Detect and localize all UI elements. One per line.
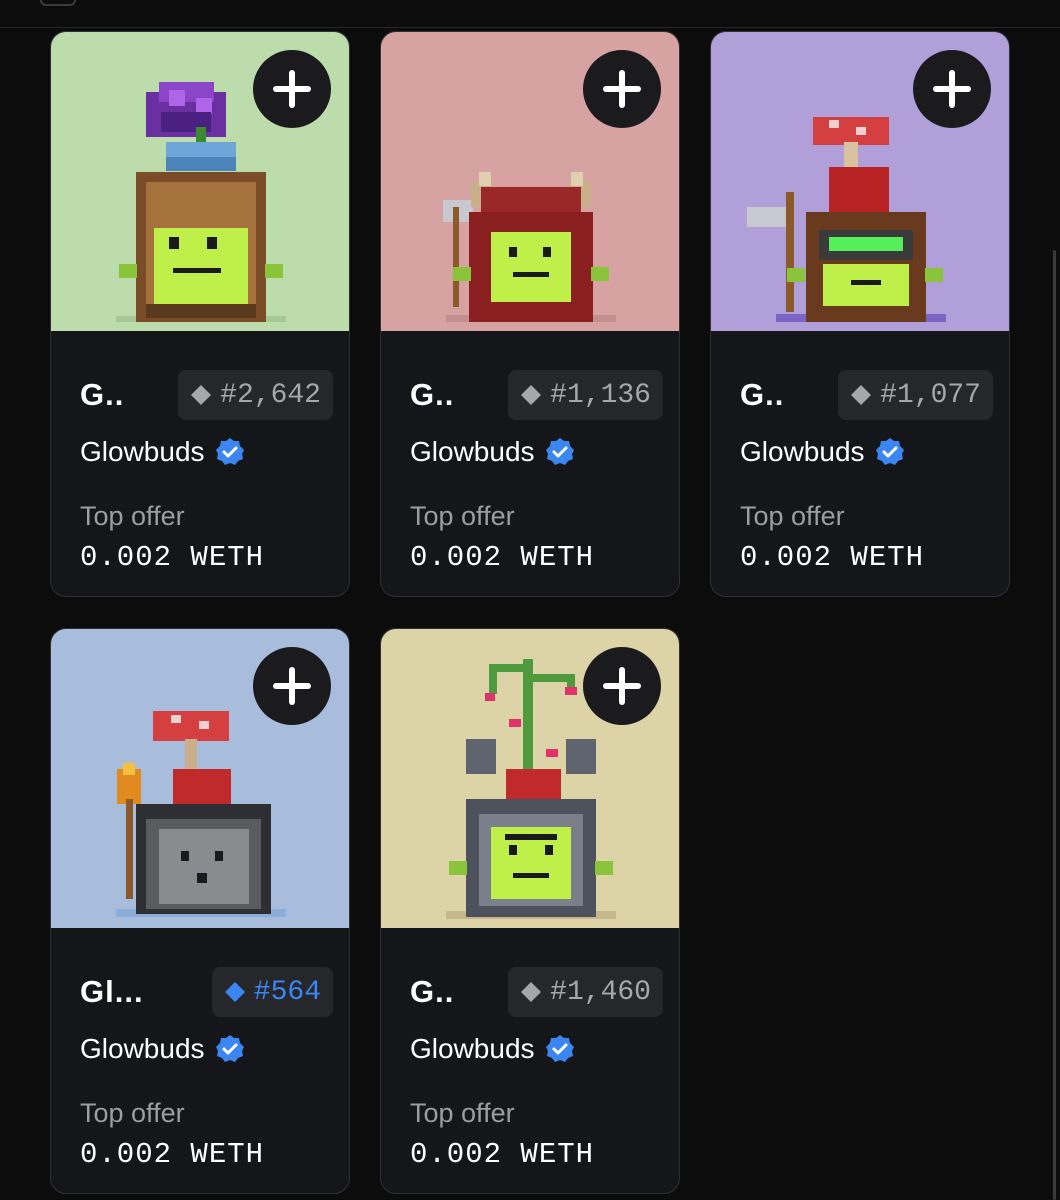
nft-image[interactable] <box>51 629 349 928</box>
collection-name[interactable]: Glowbuds <box>80 1033 205 1065</box>
verified-badge-icon <box>545 1035 574 1062</box>
collection-name[interactable]: Glowbuds <box>410 436 535 468</box>
nft-image[interactable] <box>711 32 1009 331</box>
top-offer-label: Top offer <box>410 1098 515 1128</box>
rarity-rank: #1,460 <box>550 976 651 1008</box>
top-offer-label: Top offer <box>410 501 515 531</box>
diamond-icon <box>191 385 212 405</box>
diamond-icon <box>521 982 542 1002</box>
collection-name[interactable]: Glowbuds <box>410 1033 535 1065</box>
diamond-icon <box>521 385 542 405</box>
top-bar <box>0 0 1060 28</box>
top-offer-value: 0.002 WETH <box>80 1138 265 1171</box>
verified-badge-icon <box>215 1035 244 1062</box>
verified-badge-icon <box>875 438 904 465</box>
nft-name[interactable]: G.. <box>410 377 454 413</box>
add-to-cart-button[interactable] <box>253 647 331 725</box>
rarity-rank-badge[interactable]: #564 <box>211 967 333 1017</box>
nft-image[interactable] <box>381 629 679 928</box>
collection-name[interactable]: Glowbuds <box>80 436 205 468</box>
collection-name[interactable]: Glowbuds <box>740 436 865 468</box>
nft-card[interactable]: G.. #1,136 Glowbuds Top offer 0.002 WETH <box>380 31 680 597</box>
rarity-rank: #1,077 <box>880 379 981 411</box>
plus-icon <box>603 667 641 705</box>
top-offer-value: 0.002 WETH <box>740 541 925 574</box>
top-offer-value: 0.002 WETH <box>410 1138 595 1171</box>
nft-name[interactable]: Gl... <box>80 974 144 1010</box>
nft-card[interactable]: Gl... #564 Glowbuds Top offer 0.002 WETH <box>50 628 350 1194</box>
add-to-cart-button[interactable] <box>253 50 331 128</box>
rarity-rank-badge[interactable]: #1,460 <box>508 967 663 1017</box>
nft-card[interactable]: G.. #1,077 Glowbuds Top offer 0.002 WETH <box>710 31 1010 597</box>
nft-name[interactable]: G.. <box>80 377 124 413</box>
scrollbar[interactable] <box>1053 250 1056 1200</box>
top-bar-button[interactable] <box>40 0 76 6</box>
top-offer-label: Top offer <box>80 501 185 531</box>
diamond-icon <box>851 385 872 405</box>
add-to-cart-button[interactable] <box>583 647 661 725</box>
verified-badge-icon <box>215 438 244 465</box>
rarity-rank: #2,642 <box>220 379 321 411</box>
rarity-rank-badge[interactable]: #2,642 <box>178 370 333 420</box>
nft-image[interactable] <box>381 32 679 331</box>
rarity-rank: #564 <box>253 976 321 1008</box>
diamond-icon <box>224 982 245 1002</box>
plus-icon <box>933 70 971 108</box>
rarity-rank: #1,136 <box>550 379 651 411</box>
verified-badge-icon <box>545 438 574 465</box>
nft-card[interactable]: G.. #1,460 Glowbuds Top offer 0.002 WETH <box>380 628 680 1194</box>
add-to-cart-button[interactable] <box>583 50 661 128</box>
nft-name[interactable]: G.. <box>410 974 454 1010</box>
top-offer-value: 0.002 WETH <box>80 541 265 574</box>
nft-image[interactable] <box>51 32 349 331</box>
rarity-rank-badge[interactable]: #1,136 <box>508 370 663 420</box>
top-offer-value: 0.002 WETH <box>410 541 595 574</box>
top-offer-label: Top offer <box>80 1098 185 1128</box>
top-offer-label: Top offer <box>740 501 845 531</box>
nft-card[interactable]: G.. #2,642 Glowbuds Top offer 0.002 WETH <box>50 31 350 597</box>
nft-name[interactable]: G.. <box>740 377 784 413</box>
plus-icon <box>273 70 311 108</box>
rarity-rank-badge[interactable]: #1,077 <box>838 370 993 420</box>
add-to-cart-button[interactable] <box>913 50 991 128</box>
plus-icon <box>273 667 311 705</box>
plus-icon <box>603 70 641 108</box>
